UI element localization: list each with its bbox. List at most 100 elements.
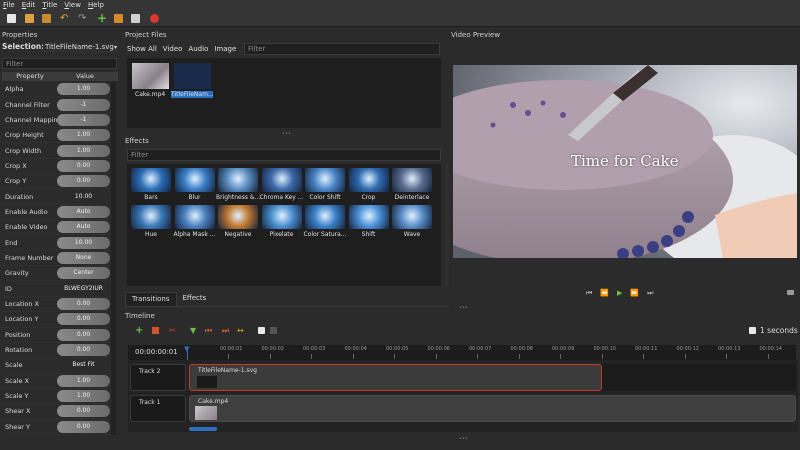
property-value[interactable]: BLWEGY2IUR bbox=[57, 283, 110, 295]
next-marker-icon[interactable]: ⏭ bbox=[222, 326, 229, 336]
effect-thumbnail[interactable] bbox=[392, 168, 432, 192]
effect-label: Crop bbox=[361, 194, 376, 201]
razor-icon[interactable]: ✂ bbox=[169, 326, 176, 335]
effect-thumbnail[interactable] bbox=[348, 168, 389, 192]
undo-icon[interactable]: ↶ bbox=[60, 14, 69, 24]
property-value[interactable]: -1 bbox=[57, 98, 110, 111]
effect-thumbnail[interactable] bbox=[218, 168, 258, 192]
file-thumbnail-cake[interactable] bbox=[132, 63, 169, 89]
menu-edit[interactable]: Edit bbox=[22, 1, 36, 9]
menu-view[interactable]: View bbox=[64, 1, 81, 9]
effect-thumbnail[interactable] bbox=[131, 168, 171, 192]
tab-audio[interactable]: Audio bbox=[188, 45, 208, 53]
file-label-title: TitleFileNam... bbox=[171, 91, 213, 98]
property-value[interactable]: 0.00 bbox=[57, 297, 110, 310]
playhead-marker-icon[interactable]: ▼ bbox=[184, 345, 189, 353]
splitter-handle-3[interactable]: ••• bbox=[459, 436, 468, 442]
timeline-option-icon[interactable] bbox=[270, 327, 277, 334]
property-value[interactable]: 0.00 bbox=[57, 175, 110, 188]
effects-scrollbar[interactable] bbox=[445, 164, 449, 286]
property-value[interactable]: 0.00 bbox=[57, 405, 110, 418]
fast-forward-icon[interactable]: ⏩ bbox=[630, 289, 639, 298]
property-value[interactable]: -1 bbox=[57, 113, 110, 126]
tab-video[interactable]: Video bbox=[163, 45, 183, 53]
effect-thumbnail[interactable] bbox=[348, 205, 389, 229]
property-value[interactable]: 1.00 bbox=[57, 144, 110, 157]
previous-marker-icon[interactable]: ⏮ bbox=[205, 326, 212, 336]
property-value[interactable]: 1.00 bbox=[57, 83, 110, 96]
menu-title[interactable]: Title bbox=[42, 1, 57, 9]
property-row: Frame Number None bbox=[2, 251, 116, 267]
timeline-clip-title[interactable]: TitleFileName-1.svg bbox=[189, 364, 602, 391]
redo-icon[interactable]: ↷ bbox=[78, 14, 87, 24]
track-2-lane: TitleFileName-1.svg bbox=[189, 364, 796, 391]
timeline-checkbox-icon[interactable] bbox=[258, 327, 265, 334]
splitter-handle-2[interactable]: ••• bbox=[459, 305, 468, 311]
property-name: Location Y bbox=[5, 315, 39, 324]
project-files-filter-input[interactable]: Filter bbox=[244, 43, 440, 55]
tab-transitions[interactable]: Transitions bbox=[125, 292, 177, 306]
property-value[interactable]: 0.00 bbox=[57, 313, 110, 326]
property-value[interactable]: 0.00 bbox=[57, 344, 110, 357]
effect-thumbnail[interactable] bbox=[131, 205, 171, 229]
property-value[interactable]: 0.00 bbox=[57, 420, 110, 433]
property-name: Gravity bbox=[5, 269, 29, 278]
menu-file[interactable]: File bbox=[3, 1, 15, 9]
track-header-1[interactable]: Track 1 bbox=[130, 395, 186, 422]
add-track-icon[interactable]: + bbox=[135, 325, 143, 336]
tab-effects[interactable]: Effects bbox=[177, 292, 213, 306]
export-icon[interactable] bbox=[150, 14, 159, 23]
add-marker-icon[interactable]: ▼ bbox=[190, 326, 196, 335]
track-header-2[interactable]: Track 2 bbox=[130, 364, 186, 391]
new-project-icon[interactable] bbox=[7, 14, 16, 23]
jump-end-icon[interactable]: ⏭ bbox=[647, 289, 653, 298]
rewind-icon[interactable]: ⏪ bbox=[600, 289, 609, 298]
effect-thumbnail[interactable] bbox=[392, 205, 432, 229]
ruler-tick-label: 00:00:13 bbox=[718, 346, 741, 352]
timeline-clip-cake[interactable]: Cake.mp4 bbox=[189, 395, 796, 422]
save-project-icon[interactable] bbox=[42, 14, 51, 23]
selection-dropdown[interactable]: TitleFileName-1.svg ▾ bbox=[43, 42, 119, 53]
effects-filter-input[interactable]: Filter bbox=[127, 149, 441, 161]
effect-thumbnail[interactable] bbox=[174, 168, 215, 192]
property-value[interactable]: 0.00 bbox=[57, 159, 110, 172]
camera-icon[interactable] bbox=[787, 290, 794, 295]
property-value[interactable]: Auto bbox=[57, 221, 110, 234]
property-value[interactable]: Best Fit bbox=[57, 359, 110, 371]
properties-scrollbar[interactable] bbox=[111, 82, 116, 435]
property-value[interactable]: 0.00 bbox=[57, 328, 110, 341]
effect-thumbnail[interactable] bbox=[305, 205, 345, 229]
property-value[interactable]: None bbox=[57, 251, 110, 264]
property-value[interactable]: 1.00 bbox=[57, 390, 110, 403]
effect-thumbnail[interactable] bbox=[218, 205, 258, 229]
property-value[interactable]: Auto bbox=[57, 205, 110, 218]
snapping-icon[interactable] bbox=[152, 327, 159, 334]
splitter-handle[interactable]: ••• bbox=[282, 131, 291, 137]
timeline-ruler[interactable]: 00:00:01 00:00:02 00:00:03 00:00:04 00:00:05… bbox=[190, 345, 796, 360]
property-value[interactable]: 1.00 bbox=[57, 374, 110, 387]
menu-help[interactable]: Help bbox=[88, 1, 104, 9]
property-value[interactable]: 10.00 bbox=[57, 191, 110, 203]
import-files-icon[interactable]: + bbox=[97, 12, 107, 24]
open-project-icon[interactable] bbox=[25, 14, 34, 23]
play-icon[interactable]: ▶ bbox=[617, 289, 622, 298]
jump-start-icon[interactable]: ⏮ bbox=[586, 289, 592, 298]
fullscreen-icon[interactable] bbox=[131, 14, 140, 23]
effect-thumbnail[interactable] bbox=[261, 205, 302, 229]
properties-filter-input[interactable]: Filter bbox=[2, 58, 117, 69]
property-row: Channel Mapping -1 bbox=[2, 113, 116, 129]
effect-thumbnail[interactable] bbox=[174, 205, 215, 229]
tab-image[interactable]: Image bbox=[214, 45, 236, 53]
property-value[interactable]: Center bbox=[57, 267, 110, 280]
property-value[interactable]: 1.00 bbox=[57, 129, 110, 142]
center-playhead-icon[interactable]: ↔ bbox=[237, 326, 244, 335]
effect-thumbnail[interactable] bbox=[305, 168, 345, 192]
effect-thumbnail[interactable] bbox=[261, 168, 302, 192]
zoom-icon[interactable] bbox=[749, 327, 756, 334]
property-name: Position bbox=[5, 330, 31, 339]
file-thumbnail-title[interactable] bbox=[174, 63, 211, 89]
timeline-scrollbar[interactable] bbox=[189, 427, 217, 431]
tab-show-all[interactable]: Show All bbox=[127, 45, 157, 53]
property-value[interactable]: 10.00 bbox=[57, 236, 110, 249]
profile-icon[interactable] bbox=[114, 14, 123, 23]
